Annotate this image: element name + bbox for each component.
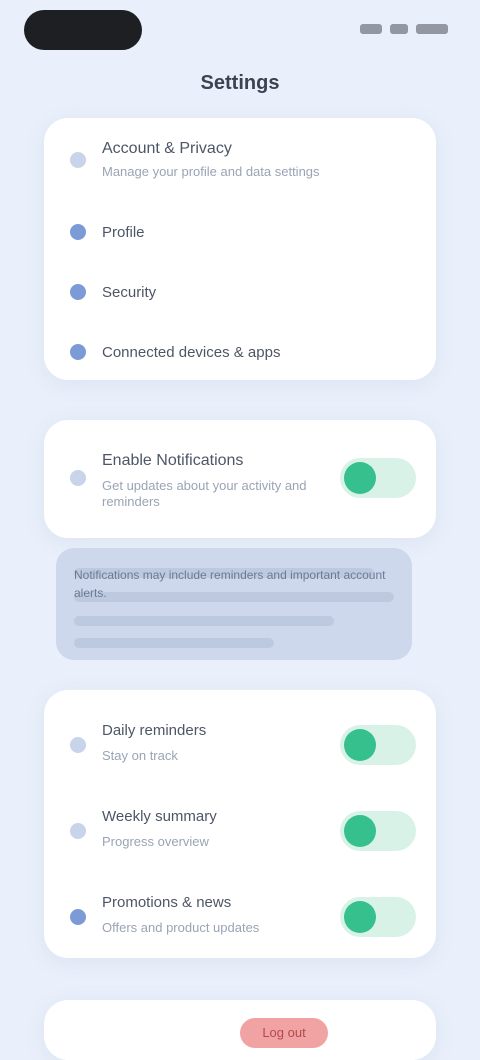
settings-item-security[interactable]: Security: [44, 264, 436, 320]
notifications-title: Enable Notifications: [102, 452, 244, 469]
promotions-toggle[interactable]: [340, 897, 416, 937]
shield-icon: [70, 284, 86, 300]
account-header-row[interactable]: Account & Privacy Manage your profile an…: [44, 128, 436, 198]
devices-icon: [70, 344, 86, 360]
logout-button[interactable]: Log out: [240, 1018, 328, 1048]
setting-title: Daily reminders: [102, 722, 207, 739]
status-bar: [0, 0, 480, 60]
toggle-knob: [344, 901, 376, 933]
settings-item-devices[interactable]: Connected devices & apps: [44, 324, 436, 380]
account-subheading: Manage your profile and data settings: [102, 164, 320, 179]
notification-setting-row[interactable]: Daily reminders Stay on track: [44, 708, 436, 782]
notification-settings-card: Daily reminders Stay on track Weekly sum…: [44, 690, 436, 958]
notification-setting-row[interactable]: Promotions & news Offers and product upd…: [44, 880, 436, 954]
setting-subtitle: Stay on track: [102, 748, 178, 763]
settings-item-label: Security: [102, 283, 157, 301]
notifications-subtitle: Get updates about your activity and remi…: [102, 478, 307, 509]
setting-title: Weekly summary: [102, 808, 217, 825]
setting-subtitle: Progress overview: [102, 834, 209, 849]
bell-icon: [70, 470, 86, 486]
toggle-knob: [344, 462, 376, 494]
logout-label: Log out: [262, 1025, 306, 1040]
info-line: [74, 638, 274, 648]
info-line: [74, 616, 334, 626]
megaphone-icon: [70, 909, 86, 925]
weekly-summary-toggle[interactable]: [340, 811, 416, 851]
account-card: Account & Privacy Manage your profile an…: [44, 118, 436, 380]
notifications-row[interactable]: Enable Notifications Get updates about y…: [44, 438, 436, 518]
status-icons: [352, 22, 448, 36]
footer-card: Log out: [44, 1000, 436, 1060]
page-title: Settings: [200, 72, 280, 94]
battery-icon: [416, 24, 448, 34]
setting-subtitle: Offers and product updates: [102, 920, 260, 935]
setting-title: Promotions & news: [102, 894, 232, 911]
info-text: Notifications may include reminders and …: [74, 568, 386, 600]
dynamic-island: [24, 10, 142, 50]
calendar-icon: [70, 737, 86, 753]
settings-item-label: Profile: [102, 223, 145, 241]
info-banner: Notifications may include reminders and …: [56, 548, 412, 660]
notifications-card: Enable Notifications Get updates about y…: [44, 420, 436, 538]
notification-setting-row[interactable]: Weekly summary Progress overview: [44, 794, 436, 868]
settings-item-profile[interactable]: Profile: [44, 204, 436, 260]
account-heading: Account & Privacy: [102, 140, 232, 157]
daily-reminders-toggle[interactable]: [340, 725, 416, 765]
profile-icon: [70, 224, 86, 240]
settings-item-label: Connected devices & apps: [102, 343, 281, 361]
toggle-knob: [344, 815, 376, 847]
signal-icon: [360, 24, 382, 34]
chart-icon: [70, 823, 86, 839]
toggle-knob: [344, 729, 376, 761]
notifications-toggle[interactable]: [340, 458, 416, 498]
wifi-icon: [390, 24, 408, 34]
user-icon: [70, 152, 86, 168]
